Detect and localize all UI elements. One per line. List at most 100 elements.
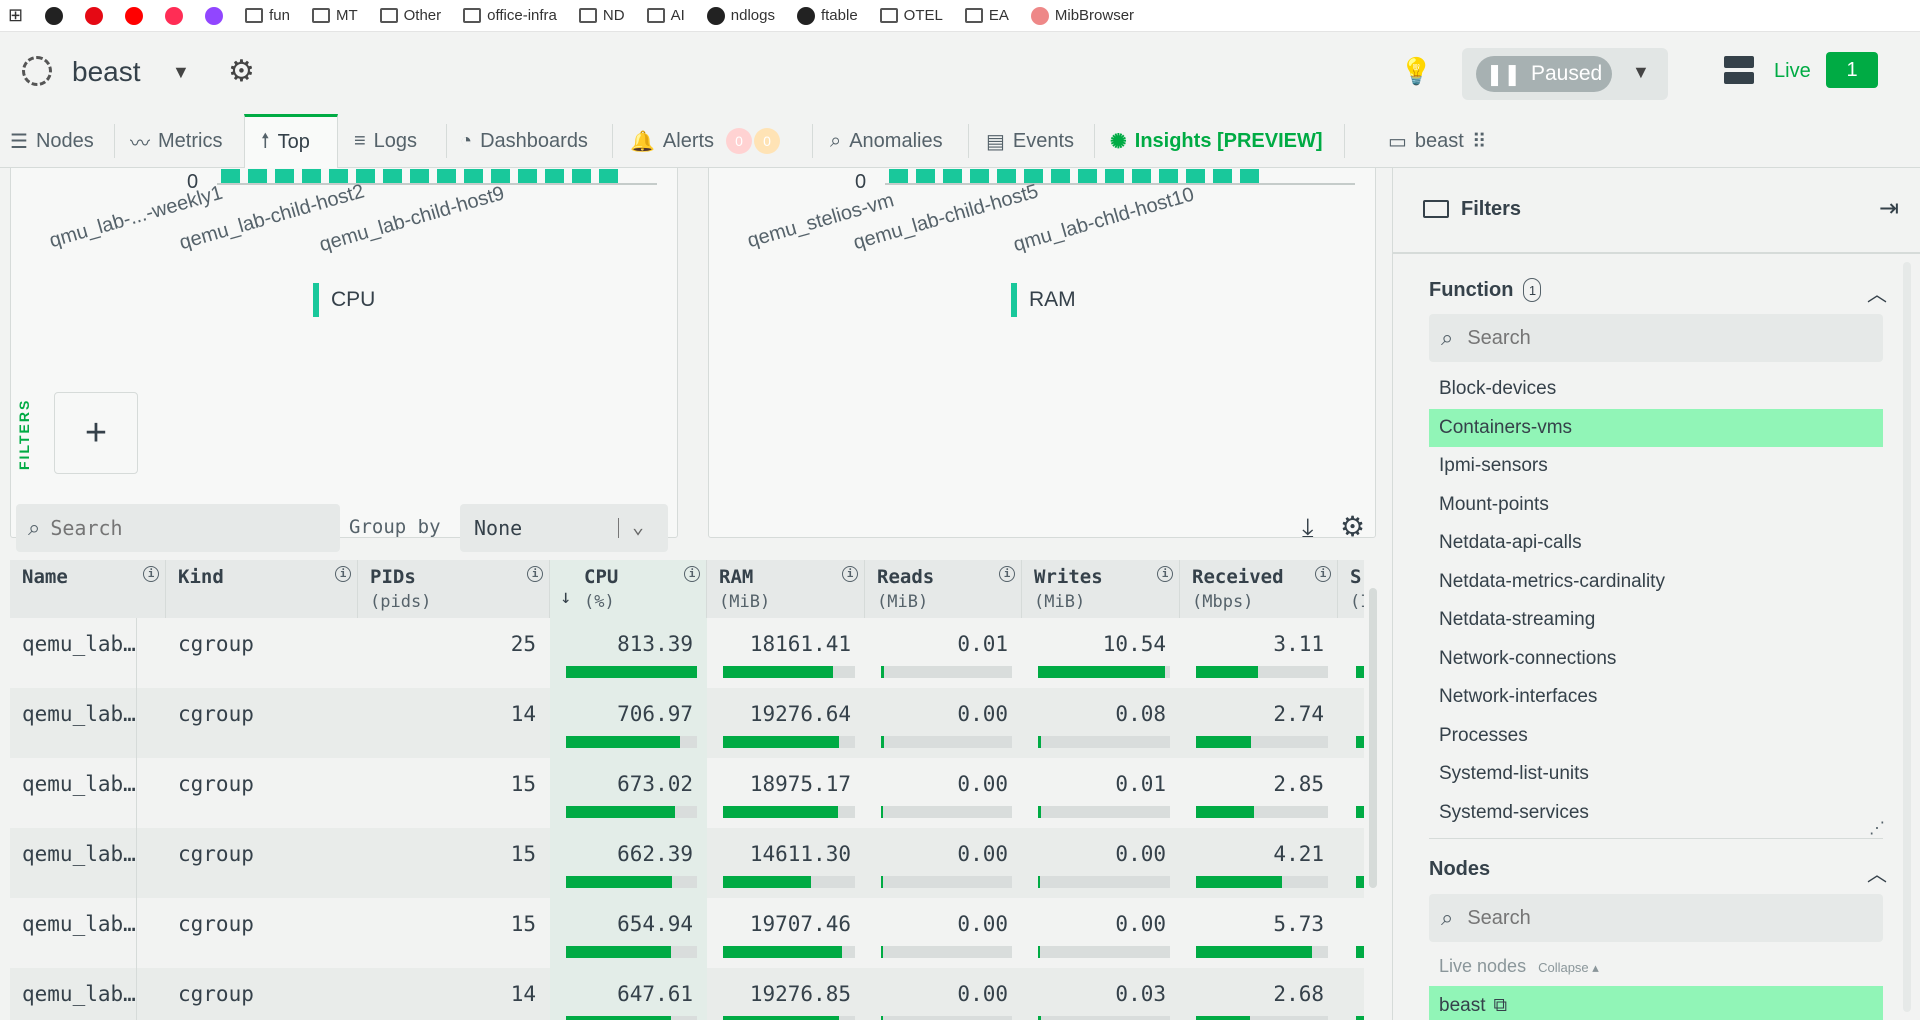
column-header-pids[interactable]: PIDs (pids) i (358, 560, 550, 618)
bookmark-item[interactable] (45, 6, 64, 25)
function-item[interactable]: Block-devices (1429, 370, 1883, 408)
info-icon[interactable]: i (335, 566, 351, 582)
tab-alerts[interactable]: 🔔 Alerts 0 0 (620, 114, 800, 168)
chart-bar[interactable] (410, 169, 429, 183)
group-by-select[interactable]: None ⌄ (460, 504, 668, 552)
bookmark-item[interactable]: ⊞ (8, 5, 23, 26)
function-item[interactable]: Netdata-metrics-cardinality (1429, 563, 1883, 601)
tab-insights[interactable]: ✺ Insights [PREVIEW] (1100, 114, 1340, 168)
gear-icon[interactable]: ⚙ (1340, 510, 1365, 543)
chart-bar[interactable] (572, 169, 591, 183)
chart-bar[interactable] (943, 169, 962, 183)
info-icon[interactable]: i (527, 566, 543, 582)
column-header-kind[interactable]: Kind i (166, 560, 358, 618)
chart-bar[interactable] (970, 169, 989, 183)
chart-bar[interactable] (1051, 169, 1070, 183)
function-item[interactable]: Systemd-list-units (1429, 755, 1883, 793)
function-item[interactable]: Ipmi-sensors (1429, 447, 1883, 485)
collapse-panel-icon[interactable]: ⇥ (1879, 194, 1899, 223)
function-item[interactable]: Netdata-streaming (1429, 601, 1883, 639)
chart-bar[interactable] (329, 169, 348, 183)
chart-bar[interactable] (1105, 169, 1124, 183)
chart-bar[interactable] (889, 169, 908, 183)
chart-bar[interactable] (437, 169, 456, 183)
node-item-beast[interactable]: beast ⧉ (1429, 986, 1883, 1020)
download-icon[interactable]: ⤓ (1302, 512, 1314, 544)
main-scrollbar[interactable] (1366, 168, 1380, 1020)
table-row[interactable]: qemu_lab… cgroup 15 654.94 19707.46 0.00 0.00 5… (10, 898, 1364, 968)
info-icon[interactable]: i (842, 566, 858, 582)
chart-bar[interactable] (383, 169, 402, 183)
chart-legend[interactable]: RAM (1011, 283, 1076, 317)
gear-icon[interactable]: ⚙ (228, 54, 255, 89)
column-header-reads[interactable]: Reads (MiB) i (865, 560, 1022, 618)
column-header-writes[interactable]: Writes (MiB) i (1022, 560, 1180, 618)
function-search-input[interactable] (1467, 326, 1848, 350)
tab-dashboards[interactable]: ◔ Dashboards (450, 114, 610, 168)
bookmark-item[interactable]: EA (964, 7, 1009, 24)
chart-legend[interactable]: CPU (313, 283, 375, 317)
tab-room-beast[interactable]: ▭ beast ⠿ (1378, 114, 1518, 168)
info-icon[interactable]: i (1157, 566, 1173, 582)
chart-bar[interactable] (545, 169, 564, 183)
function-section-title[interactable]: Function 1 (1429, 278, 1542, 302)
collapse-link[interactable]: Collapse ▴ (1538, 960, 1599, 976)
chart-bar[interactable] (1186, 169, 1205, 183)
add-filter-button[interactable]: + (54, 392, 138, 474)
panel-scrollbar[interactable] (1901, 262, 1913, 1012)
lightbulb-icon[interactable]: 💡 (1400, 56, 1432, 87)
info-icon[interactable]: i (143, 566, 159, 582)
resize-handle-icon[interactable]: ⋰ (1869, 818, 1885, 838)
bookmark-item[interactable] (85, 6, 104, 25)
chart-bar[interactable] (1159, 169, 1178, 183)
chart-bar[interactable] (1078, 169, 1097, 183)
tab-nodes[interactable]: ☰ Nodes (0, 114, 112, 168)
column-header-received[interactable]: Received (Mbps) i (1180, 560, 1338, 618)
function-item[interactable]: Mount-points (1429, 486, 1883, 524)
tab-metrics[interactable]: 〰 Metrics (120, 114, 240, 168)
column-header-sent[interactable]: S(I (1338, 560, 1364, 618)
table-row[interactable]: qemu_lab… cgroup 15 662.39 14611.30 0.00 0.00 4… (10, 828, 1364, 898)
tab-events[interactable]: ▤ Events (976, 114, 1090, 168)
bookmark-item[interactable]: fun (245, 7, 290, 24)
search-input[interactable] (50, 516, 311, 540)
column-header-ram[interactable]: RAM (MiB) i (707, 560, 865, 618)
bookmark-item[interactable]: Other (379, 7, 441, 24)
chart-bar[interactable] (518, 169, 537, 183)
bookmark-item[interactable] (165, 6, 184, 25)
bookmark-item[interactable] (205, 6, 224, 25)
table-search[interactable]: ⌕ (16, 504, 340, 552)
function-item[interactable]: Containers-vms (1429, 408, 1883, 447)
bookmark-item[interactable]: MibBrowser (1030, 6, 1134, 25)
bookmark-item[interactable]: ndlogs (706, 6, 775, 25)
chart-bar[interactable] (275, 169, 294, 183)
tab-anomalies[interactable]: ⌕ Anomalies (820, 114, 964, 168)
table-row[interactable]: qemu_lab… cgroup 14 647.61 19276.85 0.00 0.03 2… (10, 968, 1364, 1020)
chart-bar[interactable] (1213, 169, 1232, 183)
chevron-down-icon[interactable]: ▼ (172, 62, 190, 83)
tab-top[interactable]: 🠕 Top (244, 114, 338, 168)
function-search[interactable]: ⌕ (1429, 314, 1883, 362)
nodes-section-title[interactable]: Nodes (1429, 858, 1490, 881)
chart-bar[interactable] (302, 169, 321, 183)
function-item[interactable]: Netdata-api-calls (1429, 524, 1883, 562)
pause-button[interactable]: ❚❚ Paused (1476, 56, 1612, 92)
chart-bar[interactable] (1240, 169, 1259, 183)
space-name[interactable]: beast (72, 56, 141, 88)
info-icon[interactable]: i (684, 566, 700, 582)
bookmark-item[interactable]: OTEL (879, 7, 943, 24)
function-item[interactable]: Network-connections (1429, 640, 1883, 678)
drag-handle-icon[interactable]: ⠿ (1472, 129, 1487, 154)
tab-logs[interactable]: ≡ Logs (344, 114, 444, 168)
chart-bar[interactable] (464, 169, 483, 183)
function-item[interactable]: Processes (1429, 717, 1883, 755)
chart-bar[interactable] (916, 169, 935, 183)
chart-bar[interactable] (221, 169, 240, 183)
column-header-cpu[interactable]: ↓ CPU (%) i (550, 560, 707, 618)
bookmark-item[interactable]: ftable (796, 6, 858, 25)
bookmark-item[interactable]: office-infra (463, 7, 557, 24)
function-item[interactable]: Network-interfaces (1429, 678, 1883, 716)
table-row[interactable]: qemu_lab… cgroup 14 706.97 19276.64 0.00 0.08 2… (10, 688, 1364, 758)
filters-vertical-tab[interactable]: FILTERS (14, 394, 34, 474)
bookmark-item[interactable]: AI (646, 7, 685, 24)
